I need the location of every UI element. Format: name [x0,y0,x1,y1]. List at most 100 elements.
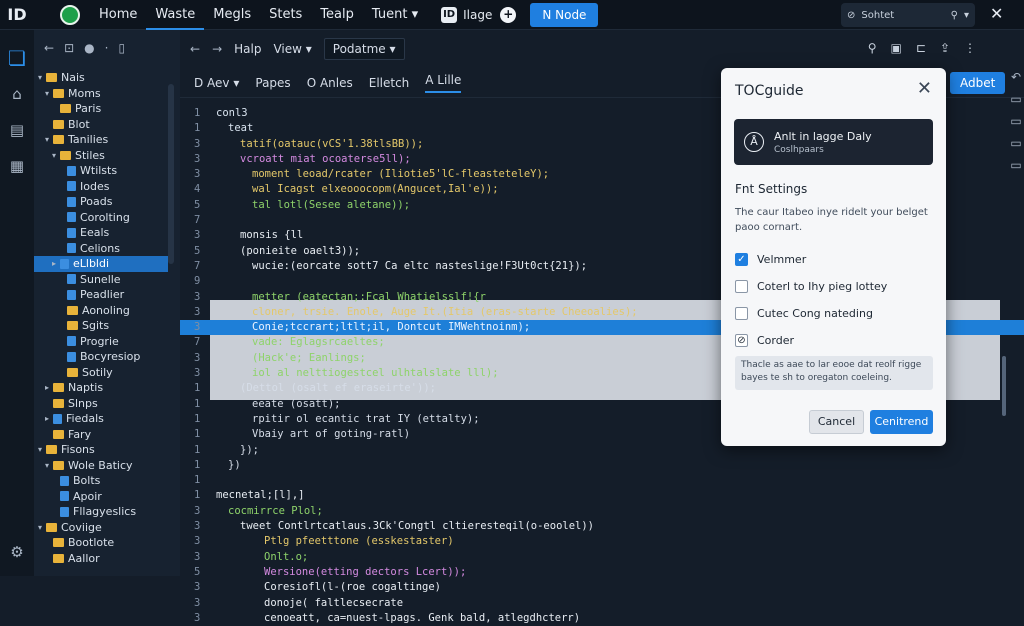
tree-item[interactable]: Sotily [34,365,168,381]
chevron-icon[interactable]: ▾ [45,461,53,470]
search-input[interactable]: ⊘ Sohtet ⚲ ▾ [841,3,975,27]
tree-item[interactable]: Bolts [34,473,168,489]
checkbox-icon[interactable]: ✓ [735,253,748,266]
tree-item[interactable]: Corolting [34,210,168,226]
close-icon[interactable]: ✕ [917,78,932,99]
checkbox-icon[interactable] [735,280,748,293]
chevron-icon[interactable]: ▾ [45,89,53,98]
top-menu-item[interactable]: Waste [146,0,205,30]
apply-button[interactable]: Adbet [950,72,1006,94]
tree-item[interactable]: ▾ Tanilies [34,132,168,148]
forward-arrow-icon[interactable]: → [212,42,222,56]
confirm-button[interactable]: Cenitrend [870,410,933,434]
menu-view[interactable]: View ▾ [273,42,311,56]
tree-item[interactable]: Eeals [34,225,168,241]
chevron-icon[interactable]: ▾ [45,135,53,144]
page-icon[interactable]: ID [441,6,458,23]
clipboard-icon[interactable]: ▯ [118,41,125,55]
chevron-icon[interactable]: ▾ [38,445,46,454]
book-icon[interactable]: ⌂ [0,76,34,112]
top-menu-item[interactable]: Stets [260,0,311,30]
info-card[interactable]: Å Anlt in lagge Daly Coslhpaars [734,119,933,165]
code-line[interactable]: 3 cenoeatt, ca=nuest-lpags. Genk bald, at… [180,611,1024,626]
code-line[interactable]: 3 Ptlg pfeetttone (esskestaster) [180,534,1024,549]
checkbox-icon[interactable]: ⊘ [735,334,748,347]
code-line[interactable]: 3 cocmirrce Plol; [180,504,1024,519]
editor-tab[interactable]: O Anles [307,76,353,90]
chevron-icon[interactable]: ▸ [52,259,60,268]
top-menu-item[interactable]: Tuent ▾ [363,0,427,30]
format-dropdown[interactable]: Podatme ▾ [323,38,405,60]
doc-icon[interactable]: ▭ [1008,136,1024,158]
editor-tab[interactable]: Elletch [369,76,410,90]
search-icon[interactable]: ⚲ [868,41,877,55]
tree-item[interactable]: ▾ Coviige [34,520,168,536]
tree-item[interactable]: ▾ Wole Baticy [34,458,168,474]
tree-item[interactable]: Iodes [34,179,168,195]
tree-item[interactable]: ▸ eLlbldi [34,256,168,272]
tree-item[interactable]: Progrie [34,334,168,350]
explorer-scrollbar[interactable] [168,84,174,264]
tree-item[interactable]: ▸ Fiedals [34,411,168,427]
globe-icon[interactable] [60,4,80,25]
option-checkbox[interactable]: ✓ Velmmer [735,253,806,266]
menu-help[interactable]: Halp [234,42,261,56]
dot-icon[interactable]: · [105,41,109,55]
share-icon[interactable]: ⇪ [940,41,950,55]
back-icon[interactable]: ← [44,41,54,55]
tree-item[interactable]: Aonoling [34,303,168,319]
record-icon[interactable]: ● [84,41,94,55]
tree-item[interactable]: ▾ Stiles [34,148,168,164]
tree-item[interactable]: Slnps [34,396,168,412]
frame-icon[interactable]: ⊏ [916,41,926,55]
code-line[interactable]: 3 donoje( faltlecsecrate [180,596,1024,611]
undo-icon[interactable]: ↶ [1008,70,1024,92]
code-line[interactable]: 1 [180,473,1024,488]
app-logo[interactable]: ID [0,0,34,30]
tree-item[interactable]: ▾ Moms [34,86,168,102]
new-node-button[interactable]: N Node [530,2,599,27]
folder-nav-icon[interactable]: ⊡ [64,41,74,55]
more-icon[interactable]: ⋮ [964,41,976,55]
chevron-down-icon[interactable]: ▾ [964,10,969,21]
page-label[interactable]: Ilage [463,8,492,22]
code-line[interactable]: 1 mecnetal;[l],] [180,488,1024,503]
chevron-icon[interactable]: ▾ [38,523,46,532]
chevron-icon[interactable]: ▸ [45,383,53,392]
option-checkbox[interactable]: Coterl to Ihy pieg lottey [735,280,887,293]
tree-item[interactable]: Fllagyeslics [34,504,168,520]
editor-tab[interactable]: Papes [255,76,290,90]
code-line[interactable]: 3 tweet Contlrtcatlaus.3Ck'Congtl cltiere… [180,519,1024,534]
tree-item[interactable]: Bootlote [34,535,168,551]
code-line[interactable]: 5 Wersione(etting dectors Lcert)); [180,565,1024,580]
doc-icon[interactable]: ▭ [1008,114,1024,136]
add-icon[interactable]: + [500,6,517,23]
doc-icon[interactable]: ▭ [1008,158,1024,180]
cancel-button[interactable]: Cancel [809,410,864,434]
search-icon[interactable]: ⚲ [951,10,958,21]
tree-item[interactable]: Aallor [34,551,168,567]
chevron-icon[interactable]: ▾ [52,151,60,160]
tree-item[interactable]: ▾ Fisons [34,442,168,458]
tree-item[interactable]: Paris [34,101,168,117]
tree-item[interactable]: Celions [34,241,168,257]
explorer-icon[interactable]: ❏ [0,40,34,76]
doc-icon[interactable]: ▭ [1008,92,1024,114]
editor-tab[interactable]: D Aev ▾ [194,76,239,90]
tree-item[interactable]: Poads [34,194,168,210]
tree-item[interactable]: Sunelle [34,272,168,288]
chevron-icon[interactable]: ▾ [38,73,46,82]
option-checkbox[interactable]: Cutec Cong nateding [735,307,873,320]
image-icon[interactable]: ▣ [891,41,902,55]
tree-item[interactable]: Apoir [34,489,168,505]
code-line[interactable]: 3 Onlt.o; [180,550,1024,565]
back-arrow-icon[interactable]: ← [190,42,200,56]
settings-icon[interactable]: ⚙ [0,534,34,570]
tree-item[interactable]: Bocyresiop [34,349,168,365]
option-checkbox[interactable]: ⊘ Corder [735,334,794,347]
top-menu-item[interactable]: Megls [204,0,260,30]
close-icon[interactable]: ✕ [990,4,1003,23]
top-menu-item[interactable]: Tealp [311,0,363,30]
top-menu-item[interactable]: Home [90,0,146,30]
tree-item[interactable]: Fary [34,427,168,443]
